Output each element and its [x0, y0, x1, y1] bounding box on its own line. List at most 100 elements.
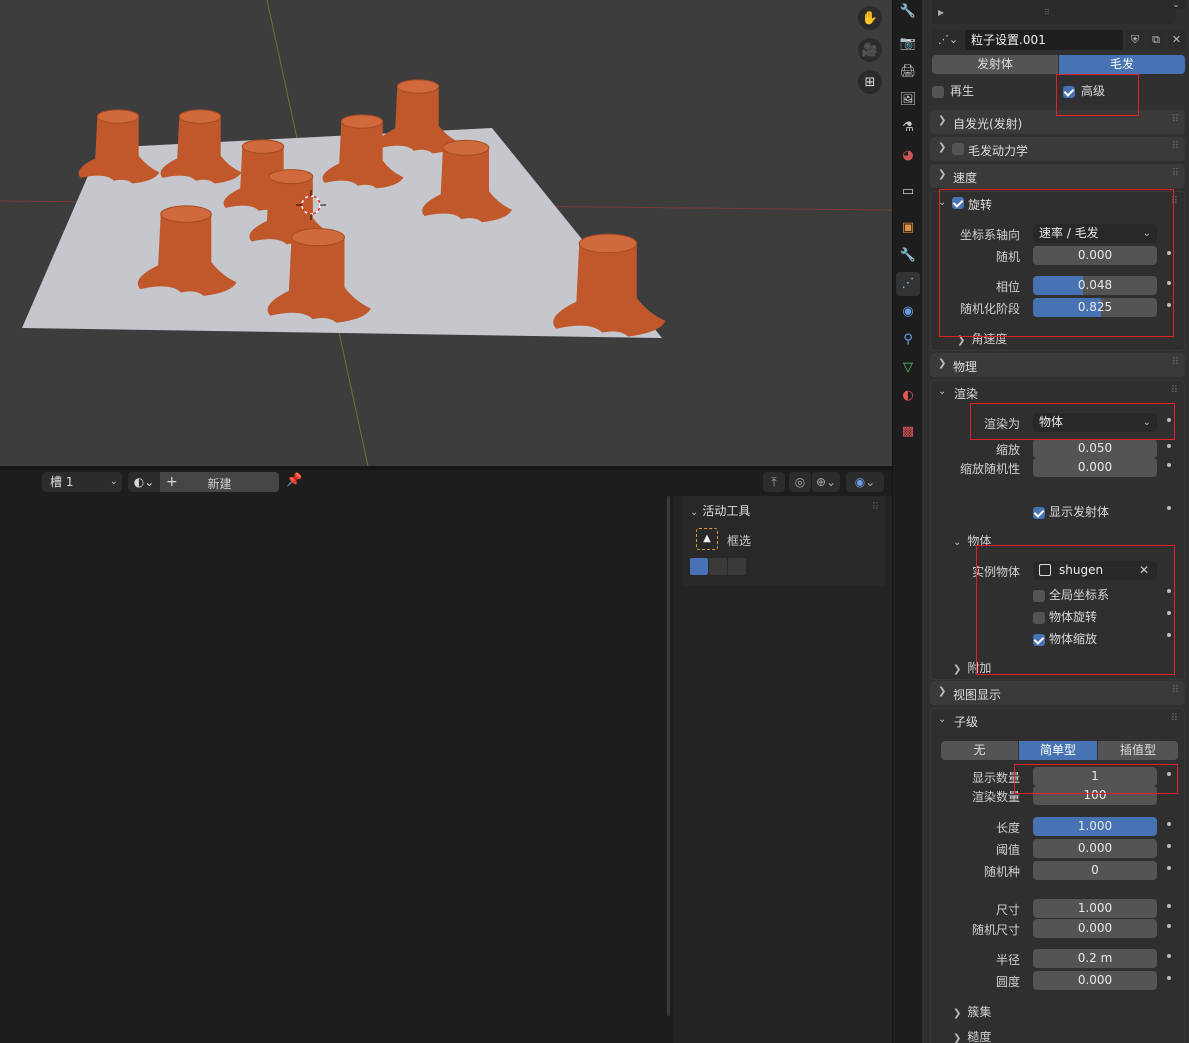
keyframe-dot[interactable] [1167, 633, 1171, 637]
mode-extend-icon[interactable] [709, 558, 727, 575]
scale-random-field[interactable]: 0.000 [1033, 458, 1157, 477]
resize-handle[interactable]: ⠿ [1044, 8, 1050, 17]
tab-simple[interactable]: 简单型 [1019, 741, 1097, 760]
slot-dropdown[interactable]: 槽 1 ⌄ [42, 472, 122, 492]
regrow-checkbox[interactable]: 再生 [932, 82, 974, 99]
keyframe-dot[interactable] [1167, 506, 1171, 510]
pin-icon[interactable]: 📌 [286, 473, 302, 488]
show-emitter-checkbox[interactable]: 显示发射体 [1033, 503, 1109, 520]
keyframe-dot[interactable] [1167, 281, 1171, 285]
collection-icon[interactable]: ▭ [896, 180, 920, 204]
scale-field[interactable]: 0.050 [1033, 439, 1157, 458]
render-as-dropdown[interactable]: 物体 ⌄ [1033, 413, 1157, 432]
object-icon[interactable]: ▣ [896, 216, 920, 240]
keyframe-dot[interactable] [1167, 904, 1171, 908]
modifier-icon[interactable]: 🔧 [896, 244, 920, 268]
keyframe-dot[interactable] [1167, 866, 1171, 870]
angular-velocity-subpanel[interactable]: ❯ 角速度 [957, 330, 1007, 347]
section-hair-dynamics[interactable]: ❯ 毛发动力学 ⠿ [930, 137, 1185, 161]
tab-interpolated[interactable]: 插值型 [1098, 741, 1178, 760]
keyframe-dot[interactable] [1167, 303, 1171, 307]
keyframe-dot[interactable] [1167, 924, 1171, 928]
roughness-subpanel[interactable]: ❯ 糙度 [953, 1028, 991, 1043]
particle-settings-icon[interactable]: ⋰⌄ [932, 30, 964, 50]
hand-icon[interactable]: ✋ [858, 6, 882, 30]
material-icon[interactable]: ◐ [896, 384, 920, 408]
keyframe-dot[interactable] [1167, 418, 1171, 422]
close-icon[interactable]: ✕ [1167, 30, 1186, 50]
datablock-name-field[interactable]: 粒子设置.001 [965, 30, 1123, 50]
roundness-field[interactable]: 0.000 [1033, 971, 1157, 990]
chevron-down-icon[interactable]: ⌄ [938, 714, 946, 725]
chevron-down-icon[interactable]: ⌄ [938, 197, 946, 208]
material-browse-button[interactable]: ◐⌄ [128, 472, 160, 492]
keyframe-dot[interactable] [1167, 251, 1171, 255]
constraints-icon[interactable]: ⚲ [896, 328, 920, 352]
scene-icon[interactable]: ⚗ [896, 116, 920, 140]
chevron-down-icon[interactable]: ⌄ [1166, 0, 1186, 10]
snap-icon[interactable]: ◎ [789, 472, 811, 492]
chevron-down-icon[interactable]: ⌄ [938, 386, 946, 397]
parent-node-icon[interactable]: ⤒ [763, 472, 785, 492]
tab-hair[interactable]: 毛发 [1059, 55, 1185, 74]
particle-list[interactable]: ▶ ⠿ [932, 0, 1176, 24]
keyframe-dot[interactable] [1167, 611, 1171, 615]
duplicate-icon[interactable]: ⧉ [1146, 30, 1166, 50]
object-scale-checkbox[interactable]: 物体缩放 [1033, 630, 1097, 647]
particles-icon[interactable]: ⋰ [896, 272, 920, 296]
global-coords-checkbox[interactable]: 全局坐标系 [1033, 586, 1109, 603]
keyframe-dot[interactable] [1167, 772, 1171, 776]
length-slider[interactable]: 1.000 [1033, 817, 1157, 836]
extra-subpanel[interactable]: ❯ 附加 [953, 659, 991, 676]
grip-icon[interactable]: ⠿ [1171, 713, 1178, 724]
mode-subtract-icon[interactable] [728, 558, 746, 575]
keyframe-dot[interactable] [1167, 954, 1171, 958]
camera-icon[interactable]: 🎥 [858, 38, 882, 62]
keyframe-dot[interactable] [1167, 976, 1171, 980]
panel-title[interactable]: ⌄ 活动工具 [690, 502, 750, 519]
phase-slider[interactable]: 0.048 [1033, 276, 1157, 295]
keyframe-dot[interactable] [1167, 463, 1171, 467]
size-field[interactable]: 1.000 [1033, 899, 1157, 918]
axis-dropdown[interactable]: 速率 / 毛发 ⌄ [1033, 224, 1157, 243]
grip-icon[interactable]: ⠿ [872, 502, 879, 513]
seed-field[interactable]: 0 [1033, 861, 1157, 880]
advanced-checkbox[interactable]: 高级 [1063, 82, 1105, 99]
tab-emitter[interactable]: 发射体 [932, 55, 1058, 74]
random-size-field[interactable]: 0.000 [1033, 919, 1157, 938]
snap-target-icon[interactable]: ⊕⌄ [812, 472, 840, 492]
object-subpanel[interactable]: ⌄ 物体 [953, 532, 991, 549]
section-viewport-display[interactable]: ❯ 视图显示 ⠿ [930, 681, 1185, 705]
clumping-subpanel[interactable]: ❯ 簇集 [953, 1003, 991, 1020]
mode-new-icon[interactable] [690, 558, 708, 575]
physics-icon[interactable]: ◉ [896, 300, 920, 324]
instance-object-field[interactable]: shugen ✕ [1033, 561, 1157, 580]
world-icon[interactable]: ◕ [896, 144, 920, 168]
tab-none[interactable]: 无 [941, 741, 1018, 760]
render-amount-field[interactable]: 100 [1033, 786, 1157, 805]
play-icon[interactable]: ▶ [938, 8, 944, 17]
3d-viewport[interactable]: ✋ 🎥 ⊞ [0, 0, 892, 466]
output-icon[interactable]: 🖨 [896, 60, 920, 84]
section-emission[interactable]: ❯ 自发光(发射) ⠿ [930, 110, 1185, 134]
grid-icon[interactable]: ⊞ [858, 70, 882, 94]
scrollbar[interactable] [667, 496, 670, 1016]
keyframe-dot[interactable] [1167, 589, 1171, 593]
render-icon[interactable]: 📷 [896, 32, 920, 56]
fake-user-icon[interactable]: ⛨ [1125, 30, 1145, 50]
threshold-field[interactable]: 0.000 [1033, 839, 1157, 858]
radius-field[interactable]: 0.2 m [1033, 949, 1157, 968]
section-physics[interactable]: ❯ 物理 ⠿ [930, 353, 1185, 377]
rotation-checkbox[interactable] [952, 197, 964, 209]
tool-icon[interactable]: 🔧 [896, 0, 920, 24]
grip-icon[interactable]: ⠿ [1171, 196, 1178, 207]
random-phase-slider[interactable]: 0.825 [1033, 298, 1157, 317]
keyframe-dot[interactable] [1167, 822, 1171, 826]
grip-icon[interactable]: ⠿ [1171, 385, 1178, 396]
overlay-icon[interactable]: ◉⌄ [846, 472, 884, 492]
select-box-tool-icon[interactable]: ▲ [696, 528, 718, 550]
texture-icon[interactable]: ▩ [896, 420, 920, 444]
new-button[interactable]: + 新建 [160, 472, 279, 492]
section-velocity[interactable]: ❯ 速度 ⠿ [930, 164, 1185, 188]
keyframe-dot[interactable] [1167, 844, 1171, 848]
